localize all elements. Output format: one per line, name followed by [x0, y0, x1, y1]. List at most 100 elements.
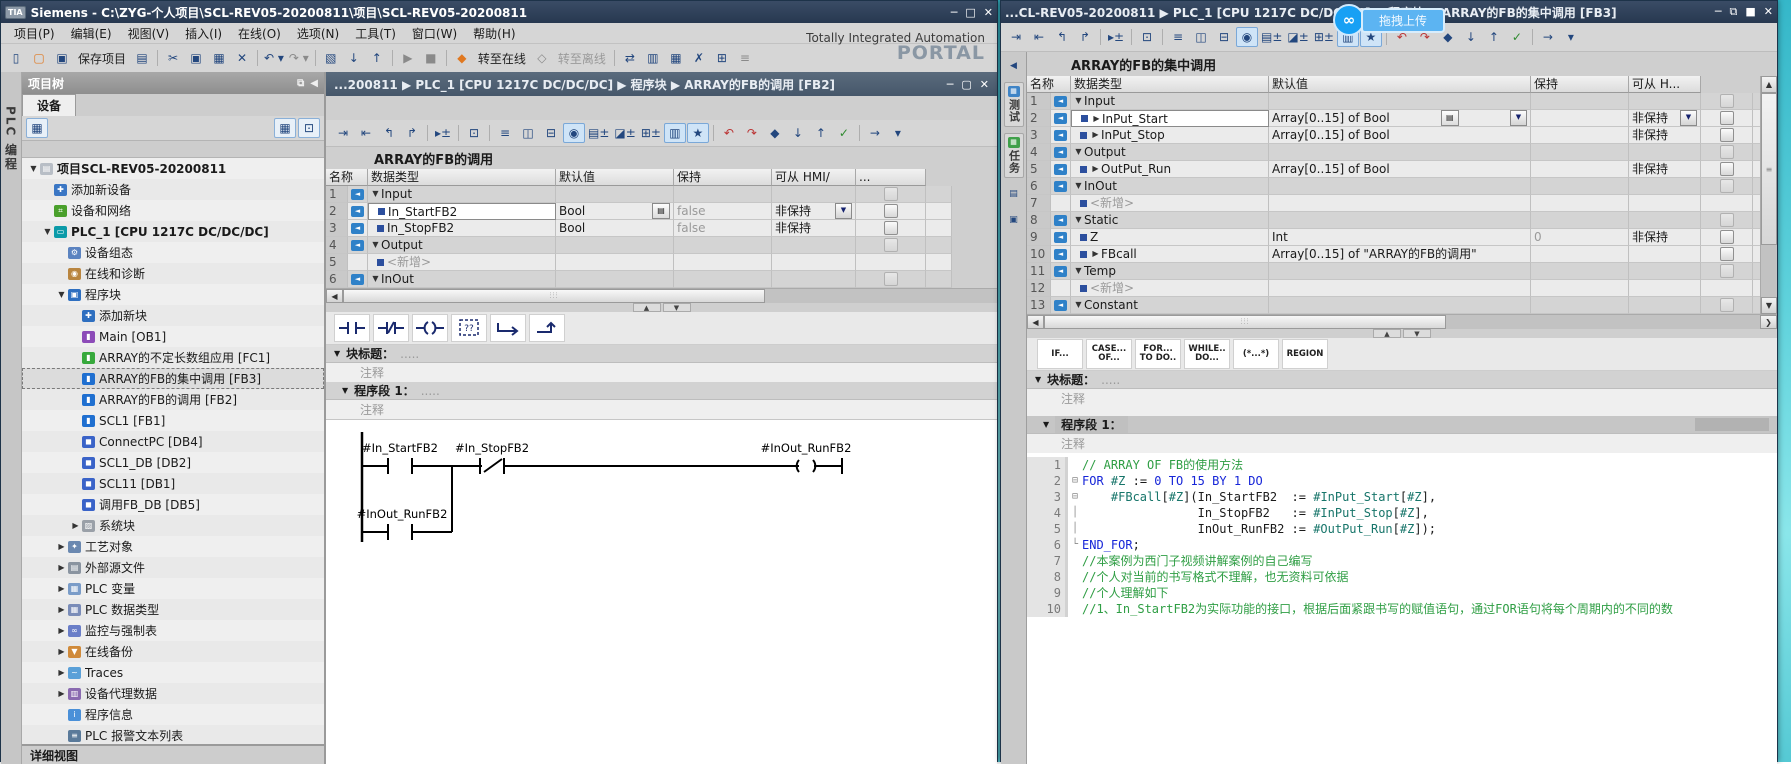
- default-cell[interactable]: [674, 254, 772, 271]
- retain-cell[interactable]: 非保持▼: [1629, 110, 1701, 127]
- retain-cell[interactable]: [1629, 144, 1701, 161]
- split-horizontal-icon[interactable]: ◫: [1190, 27, 1212, 47]
- name-cell[interactable]: ▶OutPut_Run: [1071, 161, 1269, 178]
- save-project-icon[interactable]: ▣: [51, 48, 73, 68]
- hmi-cell[interactable]: [856, 220, 926, 237]
- hmi-cell[interactable]: [856, 203, 926, 220]
- tree-expander-icon[interactable]: ▶: [55, 689, 68, 698]
- instructions-icon[interactable]: ▣: [1003, 210, 1025, 230]
- retain-cell[interactable]: 非保持: [1629, 161, 1701, 178]
- tree-expander-icon[interactable]: ▶: [69, 521, 82, 530]
- name-cell[interactable]: Z: [1071, 229, 1269, 246]
- type-cell[interactable]: [1269, 263, 1531, 280]
- array-expander-icon[interactable]: ▶: [1090, 127, 1101, 143]
- hmi-checkbox[interactable]: [1720, 111, 1734, 125]
- tree-item-11[interactable]: ▮ARRAY的FB的调用 [FB2]: [22, 389, 324, 410]
- tree-expander-icon[interactable]: ▶: [55, 626, 68, 635]
- fb3-col-0[interactable]: 名称: [1027, 76, 1071, 93]
- tree-expander-icon[interactable]: ▼: [41, 227, 54, 236]
- fb2-col-4[interactable]: 可从 HMI/: [772, 169, 856, 186]
- hmi-cell[interactable]: [1701, 263, 1753, 280]
- restore-icon[interactable]: ▢: [961, 78, 971, 91]
- tree-item-15[interactable]: ◼SCL11 [DB1]: [22, 473, 324, 494]
- tree-column-icon[interactable]: ⊡: [298, 118, 320, 138]
- coil-icon[interactable]: [412, 314, 448, 342]
- monitor-icon[interactable]: ◪±: [1285, 27, 1310, 47]
- consistency-icon[interactable]: ✓: [833, 123, 855, 143]
- hmi-checkbox[interactable]: [884, 272, 898, 286]
- hmi-checkbox[interactable]: [1720, 298, 1734, 312]
- hmi-checkbox[interactable]: [1720, 213, 1734, 227]
- close-icon[interactable]: ✕: [980, 78, 989, 91]
- side-tab-测试[interactable]: ▦测试: [1004, 82, 1024, 127]
- retain-cell[interactable]: [1629, 212, 1701, 229]
- menu-item-8[interactable]: 帮助(H): [466, 24, 522, 43]
- retain-cell[interactable]: [1629, 280, 1701, 297]
- nc-contact-icon[interactable]: [373, 314, 409, 342]
- netdisk-upload-overlay[interactable]: ∞ 拖拽上传: [1333, 4, 1445, 36]
- copy-icon[interactable]: ▣: [185, 48, 207, 68]
- type-cell[interactable]: [1269, 280, 1531, 297]
- hmi-cell[interactable]: [1701, 246, 1753, 263]
- type-cell[interactable]: [556, 186, 674, 203]
- type-dropdown-icon[interactable]: ▼: [1510, 110, 1527, 126]
- section-expander-icon[interactable]: ▼: [1073, 144, 1084, 160]
- default-cell[interactable]: false: [674, 203, 772, 220]
- hmi-cell[interactable]: [1701, 297, 1753, 314]
- minimize-icon[interactable]: ─: [951, 6, 958, 19]
- tree-item-16[interactable]: ◼调用FB_DB [DB5]: [22, 494, 324, 515]
- add-row-below-icon[interactable]: ↱: [1074, 27, 1096, 47]
- fb2-col-3[interactable]: 保持: [674, 169, 772, 186]
- tree-expander-icon[interactable]: ▶: [55, 668, 68, 677]
- save-project-label[interactable]: 保存项目: [74, 50, 130, 67]
- name-cell[interactable]: In_StopFB2: [368, 220, 556, 237]
- retain-cell[interactable]: [772, 237, 856, 254]
- fb3-col-1[interactable]: 数据类型: [1071, 76, 1269, 93]
- pane-splitter[interactable]: ▲▼: [1027, 329, 1777, 338]
- retain-cell[interactable]: [772, 186, 856, 203]
- vscroll-thumb[interactable]: ≡: [1761, 93, 1777, 245]
- network1-bar[interactable]: ▼ 程序段 1： .....: [326, 382, 997, 400]
- hmi-cell[interactable]: [1701, 127, 1753, 144]
- hmi-checkbox[interactable]: [884, 238, 898, 252]
- default-cell[interactable]: [1531, 212, 1629, 229]
- tree-expander-icon[interactable]: ▶: [55, 605, 68, 614]
- retain-cell[interactable]: 非保持: [772, 220, 856, 237]
- fb3-breadcrumb[interactable]: ...CL-REV05-20200811 ▶ PLC_1 [CPU 1217C …: [1005, 4, 1617, 21]
- add-row-above-icon[interactable]: ↰: [1051, 27, 1073, 47]
- type-cell[interactable]: Int: [1269, 229, 1531, 246]
- keep-actual-icon[interactable]: ⊡: [463, 123, 485, 143]
- insert-row-icon[interactable]: ⇥: [332, 123, 354, 143]
- fb2-col-5[interactable]: ...: [856, 169, 926, 186]
- paste-icon[interactable]: ▦: [208, 48, 230, 68]
- export-icon[interactable]: ▸±: [432, 123, 454, 143]
- undo-icon[interactable]: ↶ ▾: [262, 48, 286, 68]
- download-block-icon[interactable]: ↓: [787, 123, 809, 143]
- upload-block-icon[interactable]: ↑: [1483, 27, 1505, 47]
- no-contact-icon[interactable]: [334, 314, 370, 342]
- default-cell[interactable]: [1531, 263, 1629, 280]
- split-horizontal-icon[interactable]: ◫: [517, 123, 539, 143]
- upload-block-icon[interactable]: ↑: [810, 123, 832, 143]
- default-cell[interactable]: [674, 237, 772, 254]
- name-cell[interactable]: ▼Output: [368, 237, 556, 254]
- default-cell[interactable]: [1531, 144, 1629, 161]
- hmi-checkbox[interactable]: [1720, 162, 1734, 176]
- hscroll-thumb[interactable]: ⫶⫶⫶: [343, 289, 765, 303]
- type-cell[interactable]: [1269, 144, 1531, 161]
- tree-item-18[interactable]: ▶✦工艺对象: [22, 536, 324, 557]
- retain-cell[interactable]: [1629, 178, 1701, 195]
- name-cell[interactable]: ▼Constant: [1071, 297, 1269, 314]
- fb2-col-1[interactable]: 数据类型: [368, 169, 556, 186]
- close-icon[interactable]: ✕: [1764, 5, 1773, 19]
- tree-filter-icon[interactable]: ▦: [26, 118, 48, 138]
- fb3-table-vscrollbar[interactable]: ▲ ≡ ▼: [1760, 76, 1777, 314]
- portal-side-strip[interactable]: PLC 编程: [1, 72, 22, 764]
- hmi-cell[interactable]: [1701, 195, 1753, 212]
- scl-favorite-4[interactable]: (*...*): [1233, 339, 1279, 369]
- retain-cell[interactable]: 非保持: [1629, 127, 1701, 144]
- stop-cpu-icon[interactable]: ■: [420, 48, 442, 68]
- fb2-col-0[interactable]: 名称: [326, 169, 368, 186]
- splitter-down-icon[interactable]: ▼: [663, 303, 691, 312]
- scl-favorite-1[interactable]: CASE...OF...: [1086, 339, 1132, 369]
